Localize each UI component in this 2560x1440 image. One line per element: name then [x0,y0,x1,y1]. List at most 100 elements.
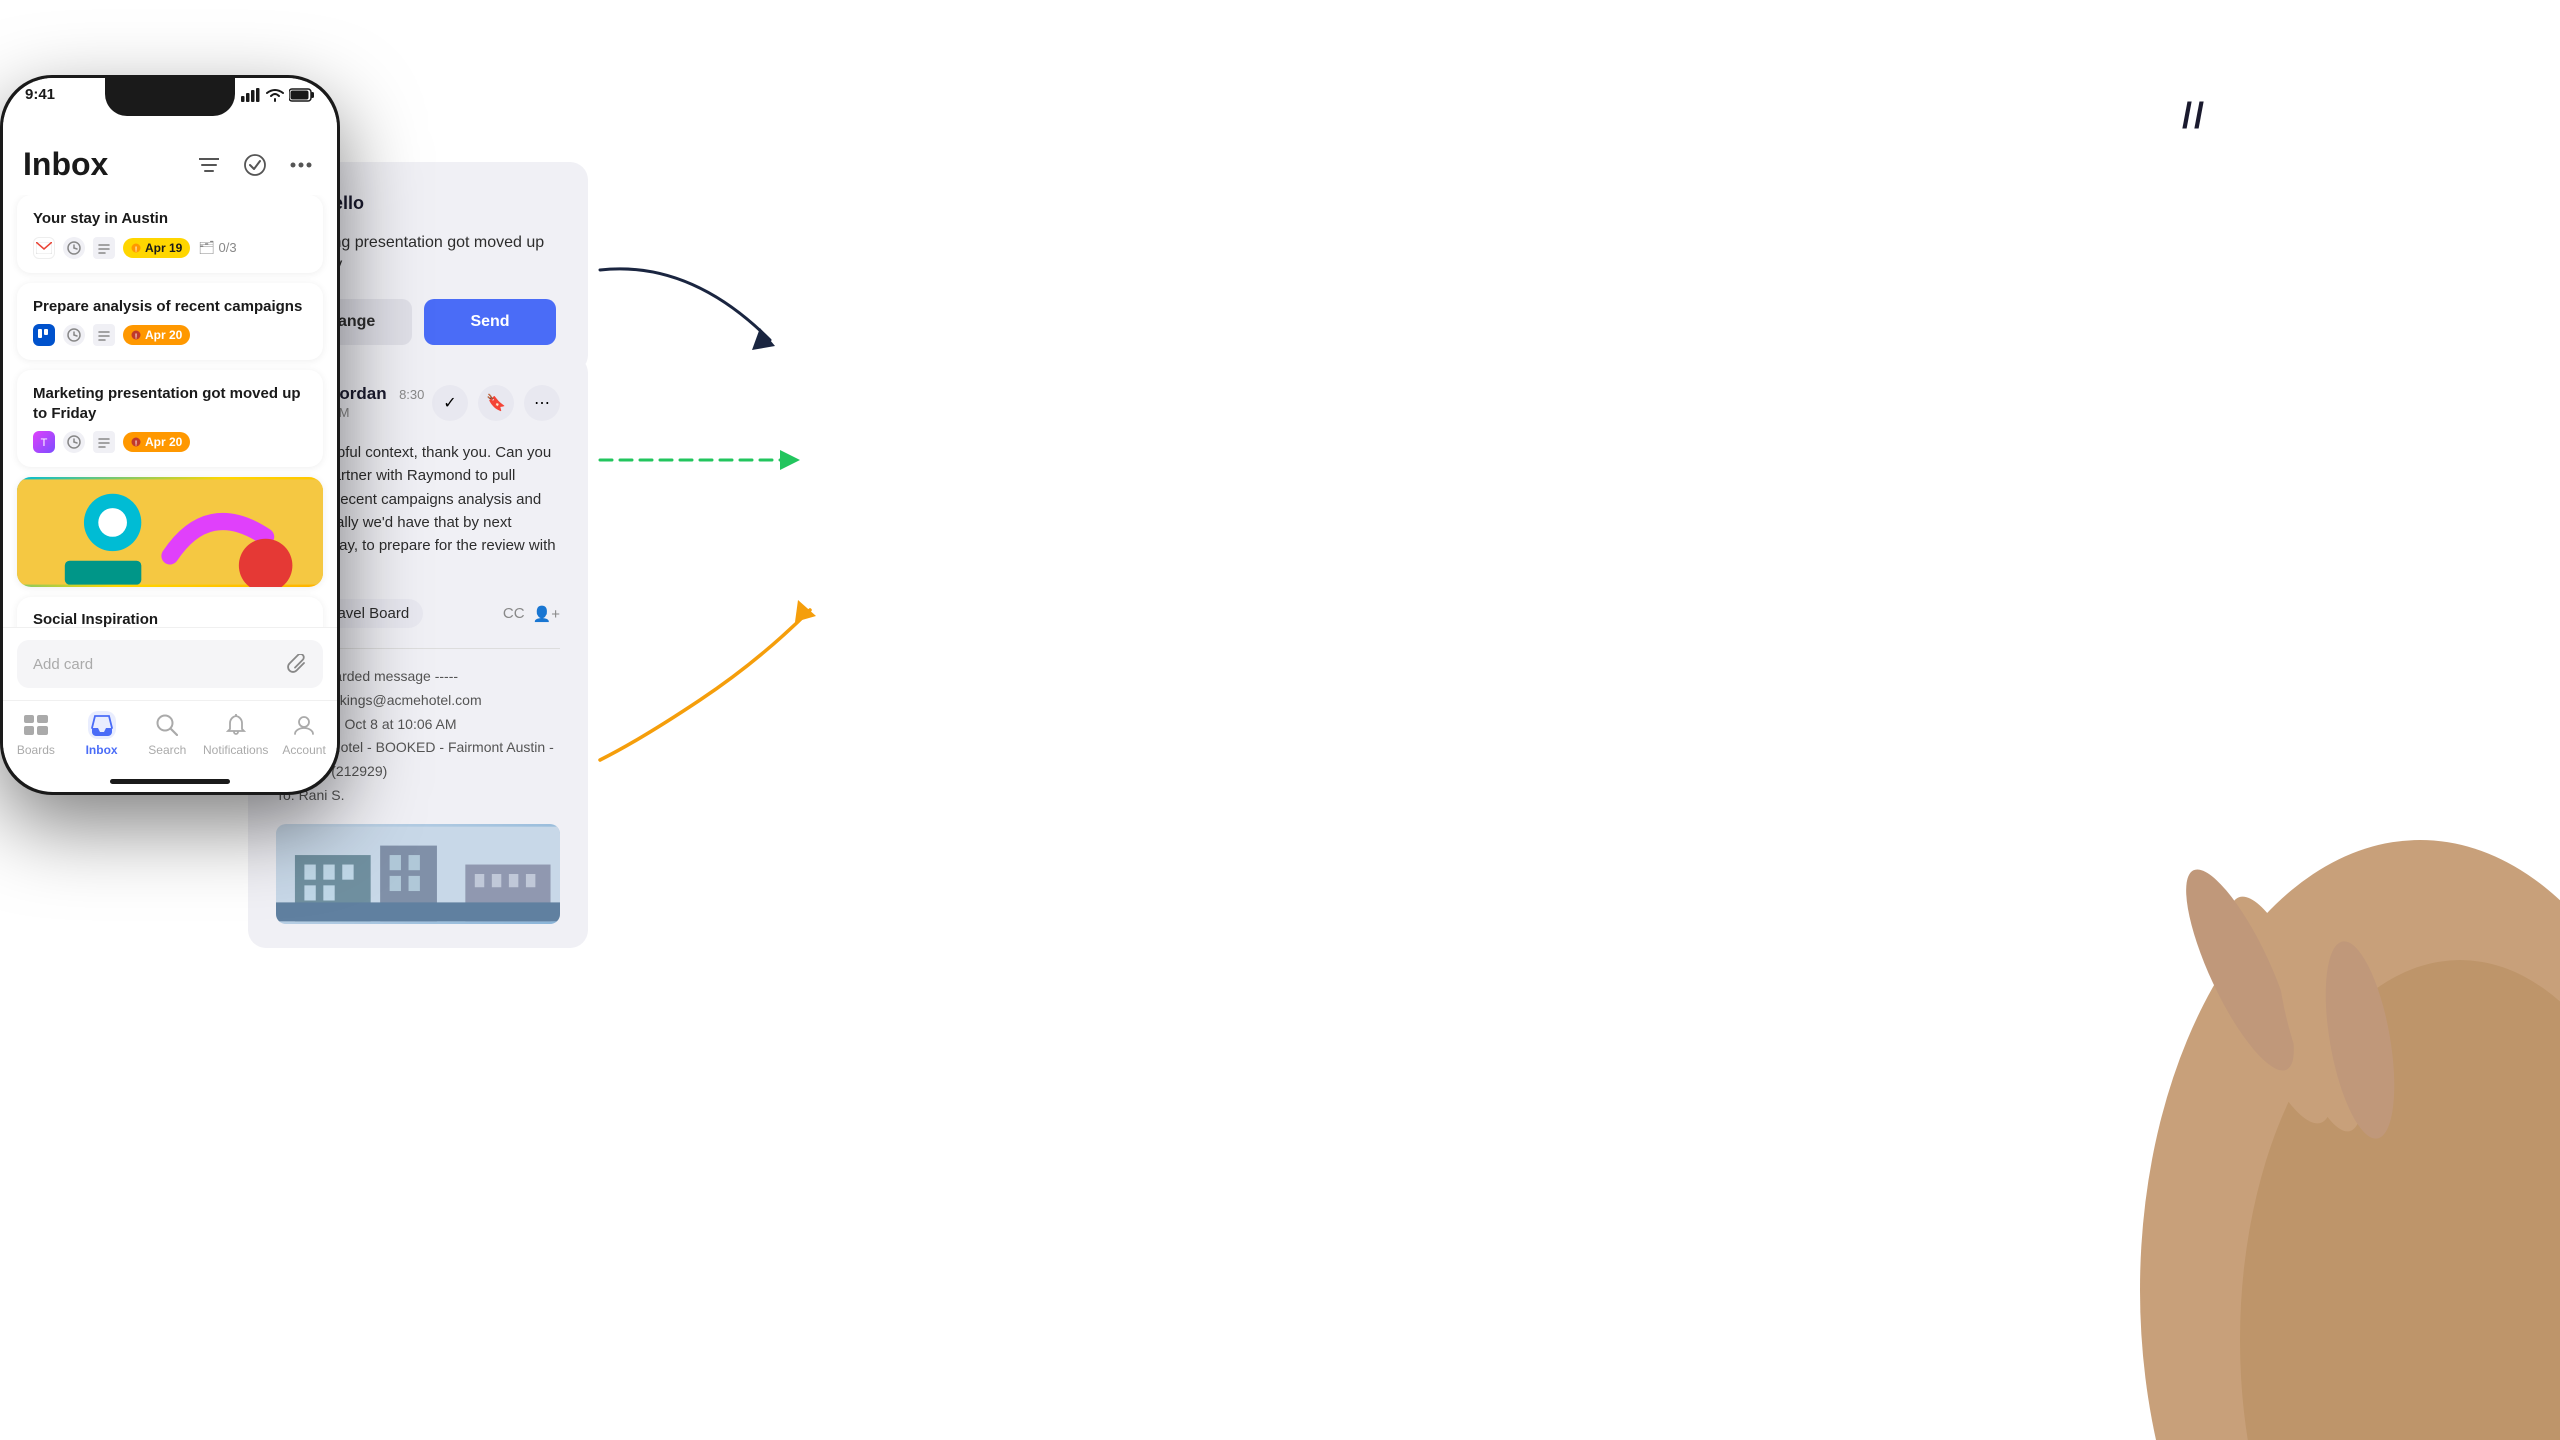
svg-text:!: ! [135,334,137,341]
inbox-item-marketing-tags: T [33,431,307,453]
phone-time: 9:41 [25,86,55,103]
inbox-header-actions [193,149,317,181]
clock-icon [63,237,85,259]
inbox-nav-label: Inbox [86,743,118,757]
campaigns-date-tag: ! Apr 20 [123,325,190,345]
inbox-item-marketing-title: Marketing presentation got moved up to F… [33,384,307,423]
check-icon-svg [244,154,266,176]
slack-action-icons: ✓ 🔖 ⋯ [432,385,560,421]
account-nav-label: Account [282,743,325,757]
trello-source-icon [33,324,55,346]
inbox-list: Your stay in Austin [3,195,337,627]
inbox-item-austin[interactable]: Your stay in Austin [17,195,323,273]
more-options-icon[interactable] [285,149,317,181]
social-inspiration-image [17,477,323,587]
sparkle-decoration: / / [2182,95,2200,137]
gmail-cc-label: CC [503,605,525,622]
account-nav-icon [290,711,318,739]
gmail-cc-section: CC 👤+ [503,605,560,623]
marketing-date-tag: ! Apr 20 [123,432,190,452]
boards-nav-label: Boards [17,743,55,757]
inbox-item-campaigns-title: Prepare analysis of recent campaigns [33,297,307,317]
campaigns-alert-icon: ! [131,330,141,340]
paperclip-icon [287,654,307,674]
clock-svg-icon [67,241,81,255]
inbox-item-austin-title: Your stay in Austin [33,209,307,229]
wifi-icon [266,88,284,102]
nav-account[interactable]: Account [274,711,334,757]
gmail-hotel-image [276,824,560,924]
svg-text:!: ! [135,246,137,253]
trello-send-button[interactable]: Send [424,299,556,345]
inbox-item-campaigns-tags: ! Apr 20 [33,324,307,346]
search-svg-icon [156,714,178,736]
notifications-nav-icon [222,711,250,739]
filter-svg-icon [199,157,219,173]
list-icon [93,237,115,259]
alert-icon-small: ! [131,243,141,253]
twist-source-icon: T [33,431,55,453]
social-inspiration-title: Social Inspiration [33,611,307,627]
nav-notifications[interactable]: Notifications [203,711,268,757]
hand-background [2080,590,2560,1440]
inbox-item-marketing[interactable]: Marketing presentation got moved up to F… [17,370,323,467]
social-inspiration-text-card[interactable]: Social Inspiration 1 [17,597,323,627]
list-svg-icon [97,242,111,254]
check-circle-icon[interactable] [239,149,271,181]
hand-svg [2080,590,2560,1440]
nav-boards[interactable]: Boards [6,711,66,757]
phone-screen: 9:41 [3,78,337,792]
signal-icon [241,88,261,102]
bell-svg-icon [226,714,246,736]
gmail-tag-svg [36,242,52,254]
status-bar-area: 9:41 [3,78,337,130]
hotel-image-svg [276,824,560,924]
slack-bookmark-icon[interactable]: 🔖 [478,385,514,421]
marketing-clock-svg [67,435,81,449]
search-nav-icon [153,711,181,739]
add-card-input[interactable]: Add card [17,640,323,688]
austin-date-tag: ! Apr 19 [123,238,190,258]
home-indicator [110,779,230,784]
svg-text:T: T [41,437,48,449]
boards-nav-icon [22,711,50,739]
gmail-to-line: To: Rani S. [276,784,560,808]
marketing-alert-icon: ! [131,437,141,447]
phone-notch [105,78,235,116]
search-nav-label: Search [148,743,186,757]
campaigns-list-icon [93,324,115,346]
inbox-item-austin-tags: ! Apr 19 🗂 0/3 [33,237,307,259]
phone-mockup: 9:41 [0,75,340,795]
battery-icon [289,88,315,102]
nav-inbox[interactable]: Inbox [72,711,132,757]
campaigns-list-svg [97,329,111,341]
twist-tag-svg: T [37,435,51,449]
dashed-horizontal-arrow [590,430,810,490]
dark-curved-arrow [590,250,790,370]
social-image-svg [17,477,323,587]
marketing-list-svg [97,436,111,448]
filter-icon[interactable] [193,149,225,181]
trello-tag-svg [37,328,51,342]
account-svg-icon [293,714,315,736]
marketing-clock-icon [63,431,85,453]
phone-status-icons [241,88,315,102]
social-inspiration-image-card[interactable] [17,477,323,587]
inbox-nav-icon [88,711,116,739]
gmail-source-icon [33,237,55,259]
inbox-svg-icon [90,714,114,736]
phone-bottom-nav: Boards Inbox Search [3,700,337,775]
slack-check-icon[interactable]: ✓ [432,385,468,421]
marketing-list-icon [93,431,115,453]
boards-svg-icon [24,715,48,735]
austin-checklist: 🗂 0/3 [198,240,236,256]
campaigns-clock-svg [67,328,81,342]
inbox-item-campaigns[interactable]: Prepare analysis of recent campaigns [17,283,323,361]
inbox-header: Inbox [3,130,337,195]
campaigns-clock-icon [63,324,85,346]
add-card-section: Add card [3,627,337,700]
notifications-nav-label: Notifications [203,743,268,757]
nav-search[interactable]: Search [137,711,197,757]
slack-more-icon[interactable]: ⋯ [524,385,560,421]
dots-icon-svg [290,162,312,168]
